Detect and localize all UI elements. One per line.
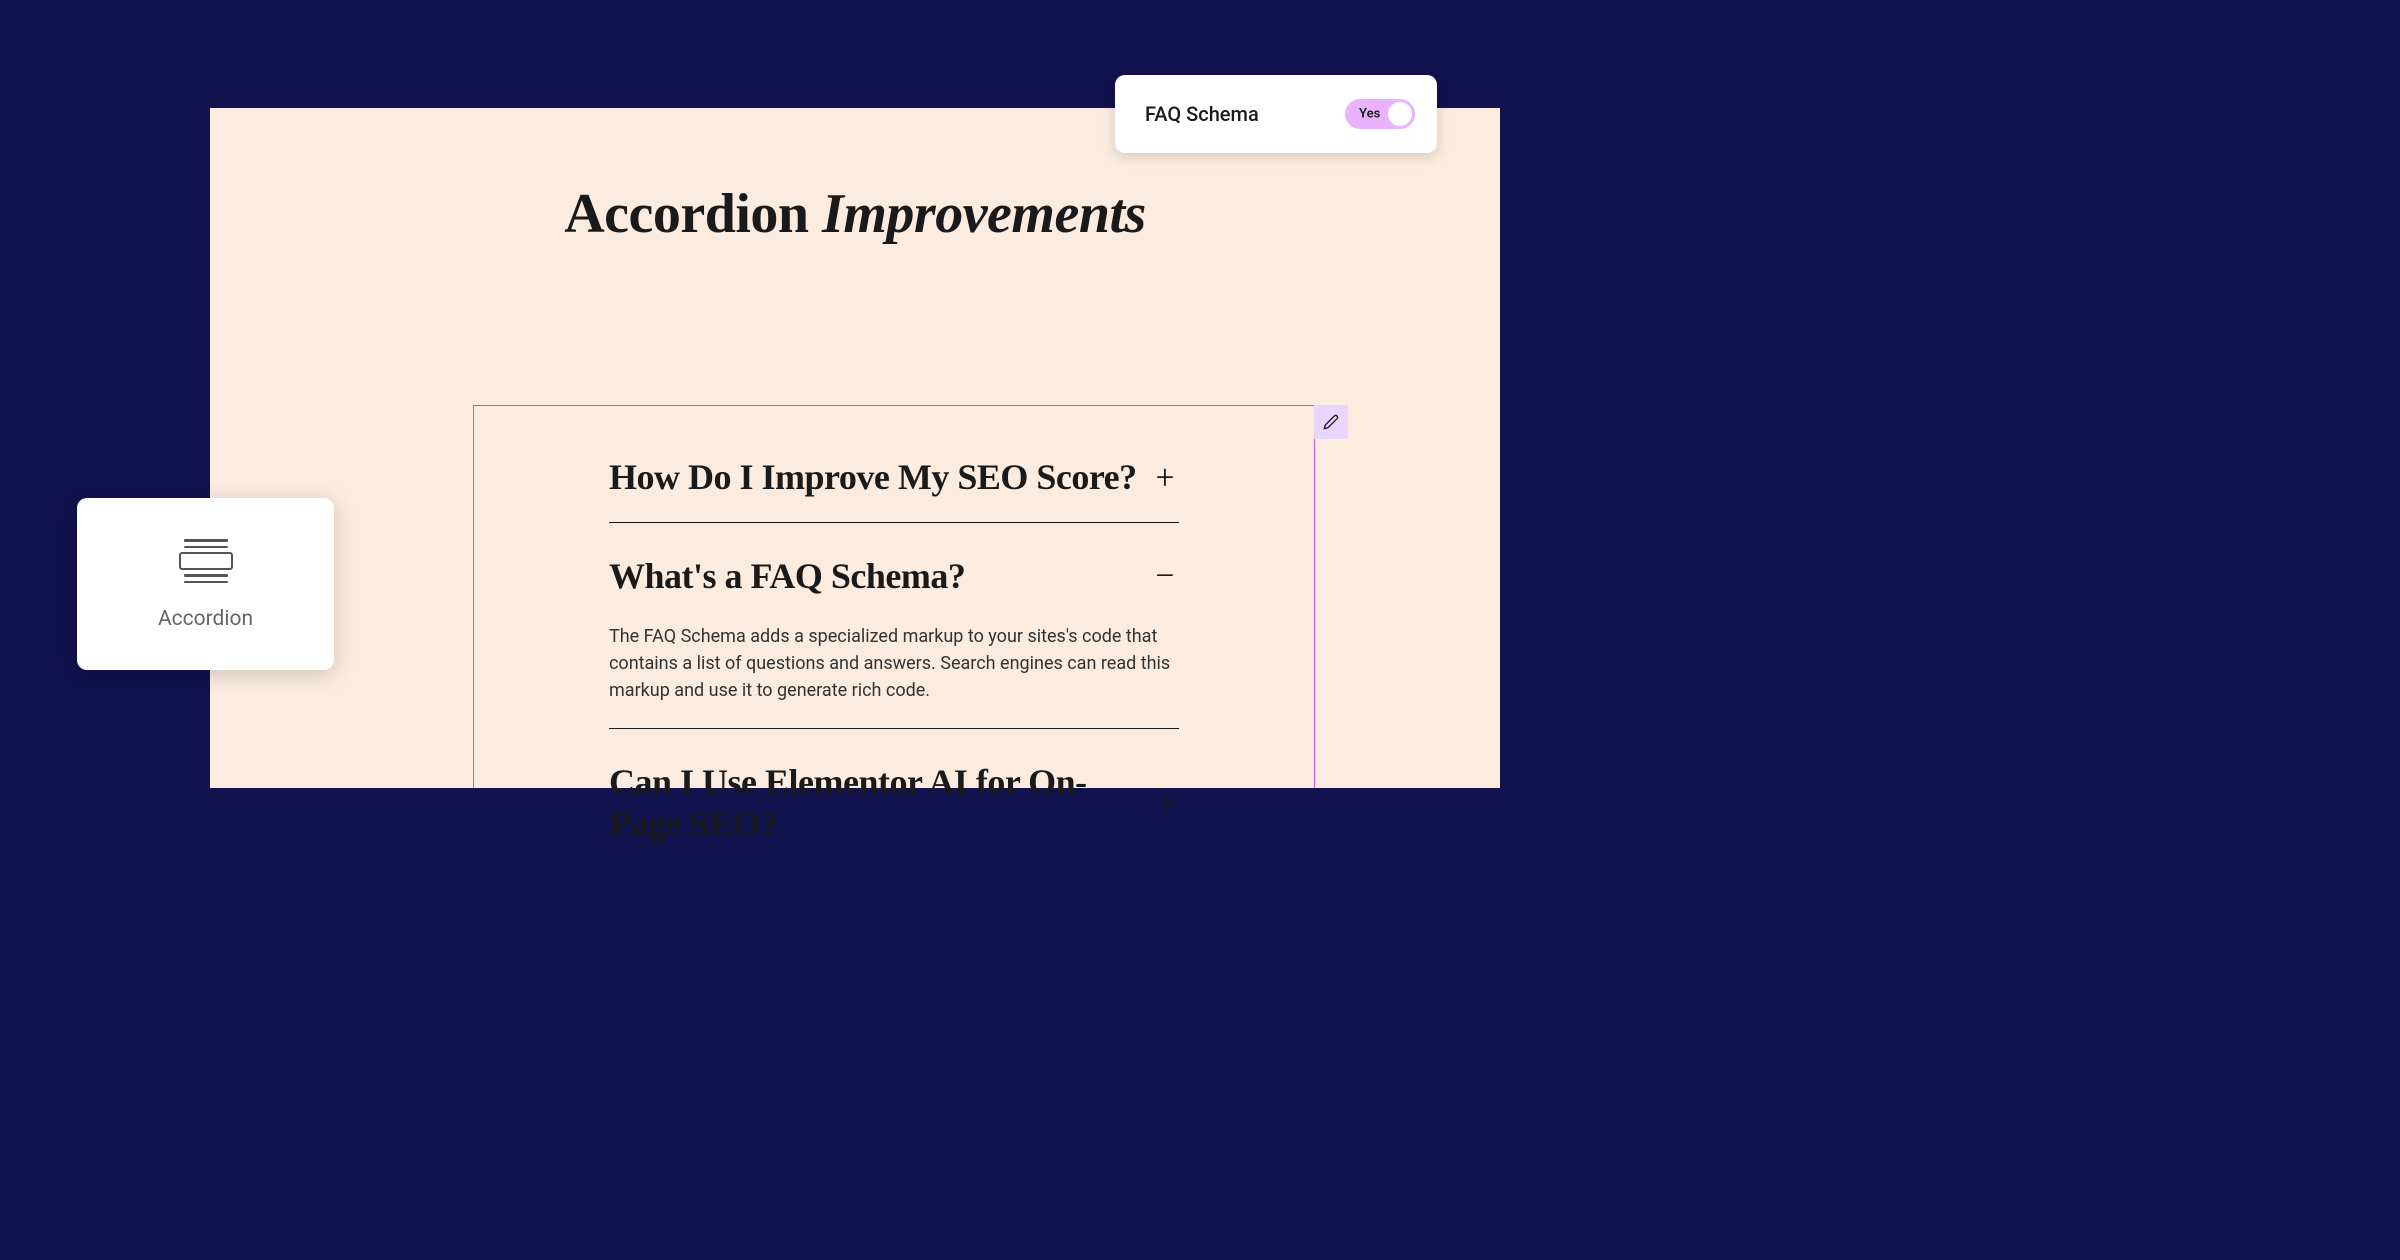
collapse-icon: – xyxy=(1151,560,1179,592)
pencil-icon xyxy=(1323,414,1339,430)
editor-canvas: Accordion Improvements How Do I Improve … xyxy=(210,108,1500,788)
accordion-header[interactable]: How Do I Improve My SEO Score? + xyxy=(609,456,1179,498)
faq-schema-panel: FAQ Schema Yes xyxy=(1115,75,1437,153)
page-title-plain: Accordion xyxy=(564,183,822,245)
expand-icon: + xyxy=(1155,787,1179,819)
accordion-header[interactable]: What's a FAQ Schema? – xyxy=(609,555,1179,597)
faq-schema-label: FAQ Schema xyxy=(1145,102,1259,126)
widget-chip-label: Accordion xyxy=(158,607,253,631)
accordion-item: How Do I Improve My SEO Score? + xyxy=(609,456,1179,523)
toggle-state-label: Yes xyxy=(1359,107,1380,122)
toggle-knob xyxy=(1388,102,1412,126)
accordion-item: Can I Use Elementor AI for On-Page SEO? … xyxy=(609,761,1179,845)
edit-widget-button[interactable] xyxy=(1314,405,1348,439)
page-title-italic: Improvements xyxy=(822,183,1146,245)
accordion-icon xyxy=(177,537,235,585)
faq-schema-toggle[interactable]: Yes xyxy=(1345,99,1415,129)
accordion-widget-chip[interactable]: Accordion xyxy=(77,498,334,670)
expand-icon: + xyxy=(1151,461,1179,493)
accordion-item: What's a FAQ Schema? – The FAQ Schema ad… xyxy=(609,555,1179,729)
accordion-title: How Do I Improve My SEO Score? xyxy=(609,456,1137,498)
widget-selection-frame[interactable]: How Do I Improve My SEO Score? + What's … xyxy=(473,405,1315,788)
accordion-widget: How Do I Improve My SEO Score? + What's … xyxy=(474,406,1314,845)
accordion-title: Can I Use Elementor AI for On-Page SEO? xyxy=(609,761,1155,845)
accordion-header[interactable]: Can I Use Elementor AI for On-Page SEO? … xyxy=(609,761,1179,845)
accordion-title: What's a FAQ Schema? xyxy=(609,555,965,597)
accordion-content: The FAQ Schema adds a specialized markup… xyxy=(609,623,1179,704)
